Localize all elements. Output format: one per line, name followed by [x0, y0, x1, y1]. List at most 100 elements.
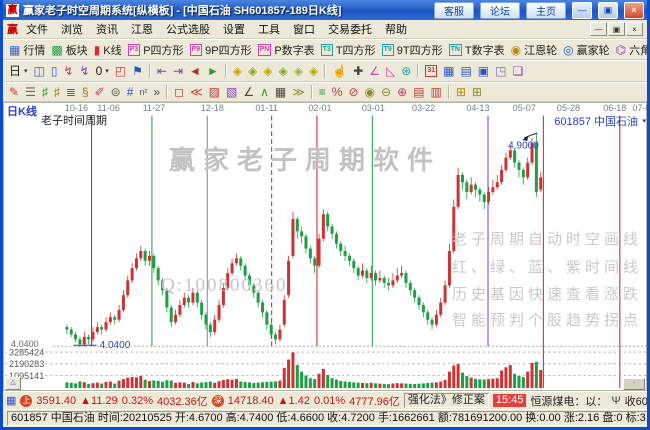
candle[interactable]	[521, 169, 525, 178]
candle[interactable]	[539, 177, 543, 190]
shade2-tool-icon[interactable]: ▧	[223, 85, 240, 99]
p-table-button[interactable]: PN P数字表	[255, 41, 318, 59]
candle[interactable]	[487, 192, 491, 202]
bands-tool-icon[interactable]: ≡	[316, 85, 329, 99]
candle[interactable]	[330, 226, 334, 234]
wave-tool-icon[interactable]: ∧	[257, 85, 272, 99]
candle[interactable]	[456, 174, 460, 207]
candle[interactable]	[208, 324, 212, 333]
candle[interactable]	[339, 243, 343, 251]
hash-tool-icon[interactable]: #	[124, 85, 137, 99]
menu-item-0[interactable]: 文件	[26, 21, 48, 37]
block-tool-icon[interactable]: ▦	[272, 85, 289, 99]
menu-item-4[interactable]: 公式选股	[166, 21, 210, 37]
table-view-icon[interactable]: ⊞	[453, 85, 469, 99]
candle[interactable]	[304, 236, 308, 249]
candle[interactable]	[504, 157, 508, 170]
export-icon[interactable]: ◳	[492, 64, 509, 78]
ladder2-tool-icon[interactable]: ▥	[427, 85, 444, 99]
expand-volume-button[interactable]: △	[5, 377, 21, 390]
p-square-button[interactable]: P3 P四方形	[125, 41, 187, 59]
candle[interactable]	[204, 314, 208, 325]
nine-p-square-button[interactable]: P9 9P四方形	[187, 41, 255, 59]
crosshair-tool-icon[interactable]: ✚	[350, 64, 366, 78]
candle[interactable]	[95, 327, 99, 333]
period-label[interactable]: 日K线	[7, 103, 37, 119]
t-square-button[interactable]: T3 T四方形	[318, 41, 379, 59]
candle[interactable]	[126, 280, 130, 296]
candle[interactable]	[474, 184, 478, 190]
candle[interactable]	[382, 278, 386, 283]
candle[interactable]	[178, 305, 182, 315]
ladder1-tool-icon[interactable]: ▤	[410, 85, 427, 99]
menu-item-2[interactable]: 资讯	[96, 21, 118, 37]
slash-circle-icon[interactable]: ⊘	[345, 85, 361, 99]
power-tool-icon[interactable]: n²	[136, 85, 150, 99]
candle[interactable]	[295, 219, 299, 232]
diamond-tool-2-icon[interactable]: ◈	[245, 64, 260, 78]
overlay-selector[interactable]: 0 ▾	[93, 64, 112, 78]
percent-tool-icon[interactable]: %	[329, 85, 346, 99]
marker-tool-icon[interactable]: ✐	[92, 85, 108, 99]
fan-lines-icon[interactable]: ≪	[187, 85, 206, 99]
candle[interactable]	[91, 332, 95, 340]
candle[interactable]	[82, 336, 86, 345]
candle[interactable]	[513, 150, 517, 163]
candle[interactable]	[300, 231, 304, 237]
period-selector[interactable]: 日 ▾	[6, 64, 31, 78]
candle[interactable]	[313, 258, 317, 266]
candle[interactable]	[187, 297, 191, 303]
last-bar-icon[interactable]: ⇥	[170, 64, 186, 78]
candle[interactable]	[439, 302, 443, 315]
candle[interactable]	[308, 248, 312, 259]
candle[interactable]	[104, 322, 108, 330]
zigzag-down-icon[interactable]: ↯	[77, 64, 93, 78]
restore-button[interactable]: ▣	[598, 1, 618, 19]
menu-item-1[interactable]: 浏览	[61, 21, 83, 37]
candle[interactable]	[404, 273, 408, 283]
candle[interactable]	[213, 319, 217, 333]
candle[interactable]	[491, 187, 495, 193]
candle[interactable]	[374, 273, 378, 281]
candle[interactable]	[174, 314, 178, 323]
menu-item-9[interactable]: 帮助	[385, 21, 407, 37]
candle[interactable]	[447, 250, 451, 286]
menu-item-3[interactable]: 江恩	[131, 21, 153, 37]
candle[interactable]	[87, 336, 91, 340]
candle[interactable]	[469, 184, 473, 193]
candle[interactable]	[278, 329, 282, 340]
prev-bar-icon[interactable]: ◄	[186, 64, 204, 78]
mdi-restore-button[interactable]: ▣	[608, 22, 625, 36]
plus-circle-icon[interactable]: ⊕	[394, 85, 410, 99]
candle[interactable]	[234, 258, 238, 264]
candle[interactable]	[369, 273, 373, 279]
candle[interactable]	[230, 263, 234, 274]
candle[interactable]	[378, 278, 382, 281]
angle2-tool-icon[interactable]: ∠	[240, 85, 257, 99]
candle[interactable]	[430, 319, 434, 325]
candle[interactable]	[261, 302, 265, 313]
mdi-minimize-button[interactable]: —	[590, 22, 607, 36]
sectors-button[interactable]: ▩ 板块	[48, 41, 90, 59]
candle[interactable]	[365, 270, 369, 279]
candle[interactable]	[152, 255, 156, 269]
mdi-close-button[interactable]: ×	[626, 22, 643, 36]
table2-view-icon[interactable]: ⊞	[469, 85, 485, 99]
zigzag-up-icon[interactable]: ↯	[60, 64, 76, 78]
candle[interactable]	[139, 250, 143, 259]
candle[interactable]	[100, 327, 104, 330]
candle[interactable]	[117, 309, 121, 320]
candle[interactable]	[465, 182, 469, 193]
candle[interactable]	[443, 285, 447, 303]
gann-fan-icon[interactable]: ◺	[383, 64, 398, 78]
customer-service-button[interactable]: 客服	[434, 1, 474, 19]
candle[interactable]	[460, 174, 464, 183]
candle[interactable]	[134, 258, 138, 269]
candle[interactable]	[400, 273, 404, 276]
candle[interactable]	[426, 312, 430, 320]
candle[interactable]	[265, 312, 269, 325]
window-grid-icon[interactable]: ◰	[112, 64, 129, 78]
levels-tool-icon[interactable]: ≣	[63, 85, 79, 99]
minimize-button[interactable]: —	[572, 1, 592, 19]
close-button[interactable]: ×	[624, 1, 644, 19]
